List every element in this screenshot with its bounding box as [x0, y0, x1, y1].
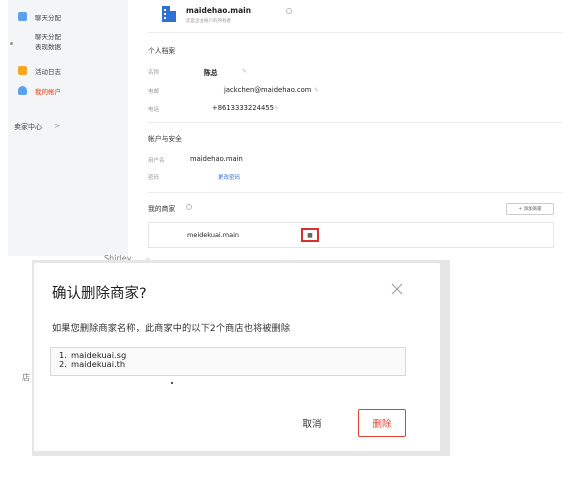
username-label: 用户名	[148, 158, 165, 164]
log-icon	[18, 66, 27, 75]
sidebar-item-label: 聊天分配	[35, 14, 61, 22]
trash-icon: ■	[307, 231, 313, 239]
phone-label: 电话	[148, 107, 160, 113]
sidebar-item-label: 我的帐户	[35, 88, 61, 96]
account-page-screenshot: 聊天分配 聊天分配 表现数据 活动日志 我的帐户 卖家中心 > maidehao.…	[0, 0, 572, 258]
divider	[148, 192, 562, 193]
sidebar-item-activity-log[interactable]: 活动日志	[18, 66, 61, 76]
cursor-mark	[171, 382, 173, 384]
confirm-delete-dialog: 确认删除商家? 如果您删除商家名称，此商家中的以下2个商店也将被删除 1. ma…	[34, 263, 440, 451]
blank-icon	[18, 32, 27, 41]
merchant-name: meidekuai.main	[187, 231, 240, 239]
sidebar-item-label: 卖家中心	[14, 123, 42, 131]
sidebar-item-seller-center[interactable]: 卖家中心 >	[14, 122, 60, 132]
list-number: 2.	[59, 358, 67, 369]
account-content: maidehao.main 您是企业帐户的持有者 个人档案 名称 陈总 ✎ 电邮…	[136, 0, 566, 256]
divider	[148, 122, 562, 123]
edit-pencil-icon[interactable]: ✎	[314, 87, 319, 94]
close-icon[interactable]	[390, 282, 404, 296]
sidebar-item-label: 活动日志	[35, 68, 61, 76]
delete-button[interactable]: 删除	[358, 409, 406, 437]
chat-icon	[18, 12, 27, 21]
chevron-right-icon: >	[54, 122, 60, 130]
sidebar-item-chat-assign[interactable]: 聊天分配	[18, 12, 61, 22]
edit-pencil-icon[interactable]: ✎	[274, 105, 279, 112]
store-name: maidehao.main	[186, 6, 252, 15]
store-building-icon	[162, 6, 176, 22]
sidebar: 聊天分配 聊天分配 表现数据 活动日志 我的帐户 卖家中心 >	[8, 0, 128, 256]
merchant-row: meidekuai.main ■	[148, 222, 554, 248]
password-label: 密码	[148, 175, 160, 181]
info-icon[interactable]	[286, 8, 292, 14]
email-label: 电邮	[148, 89, 160, 95]
sidebar-item-chat-performance[interactable]: 聊天分配 表现数据	[18, 32, 61, 52]
change-password-link[interactable]: 更改密码	[218, 173, 240, 181]
sidebar-item-label: 聊天分配 表现数据	[35, 33, 61, 51]
name-label: 名称	[148, 70, 160, 76]
sidebar-item-my-account[interactable]: 我的帐户	[18, 86, 61, 96]
dialog-title: 确认删除商家?	[52, 286, 147, 302]
cancel-button[interactable]: 取消	[282, 413, 342, 433]
divider	[148, 32, 562, 33]
section-title-profile: 个人档案	[148, 47, 176, 55]
username-value: maidehao.main	[190, 155, 243, 163]
section-title-account-security: 帐户与安全	[148, 135, 182, 143]
dialog-message: 如果您删除商家名称，此商家中的以下2个商店也将被删除	[52, 323, 291, 334]
shop-name: maidekuai.th	[71, 358, 126, 369]
edit-pencil-icon[interactable]: ✎	[242, 68, 247, 75]
user-icon	[18, 86, 27, 95]
name-value: 陈总	[204, 69, 218, 77]
phone-value: +8613333224455	[212, 104, 274, 112]
section-title-my-merchants: 我的商家	[148, 205, 176, 213]
store-subtitle: 您是企业帐户的持有者	[186, 19, 231, 24]
info-icon[interactable]	[186, 204, 192, 210]
list-item: 2. maidekuai.th	[59, 358, 397, 369]
add-merchant-button[interactable]: + 添加商家	[506, 203, 554, 215]
background-text: 店	[22, 373, 30, 382]
bullet-dot	[10, 42, 13, 45]
delete-merchant-button[interactable]: ■	[301, 228, 319, 242]
shop-list: 1. maidekuai.sg 2. maidekuai.th	[50, 347, 406, 376]
email-value: jackchen@maidehao.com	[224, 86, 312, 94]
